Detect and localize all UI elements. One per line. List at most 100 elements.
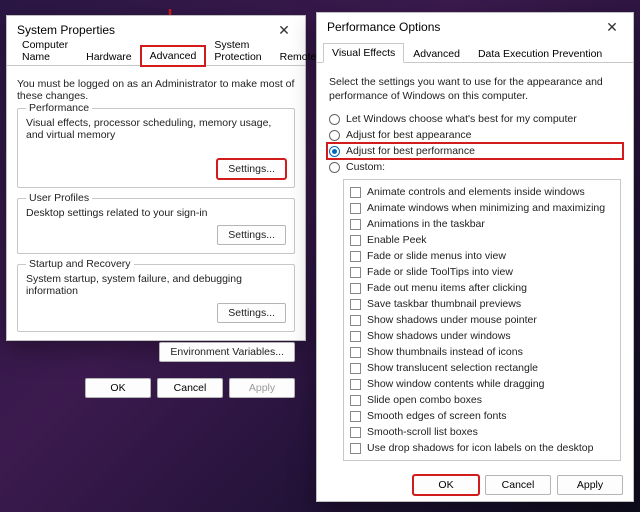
checkbox-icon: [350, 219, 361, 230]
radio-label: Adjust for best appearance: [346, 129, 472, 141]
checkbox-icon: [350, 395, 361, 406]
radio-label: Adjust for best performance: [346, 145, 475, 157]
system-properties-window: System Properties ✕ Computer NameHardwar…: [6, 15, 306, 341]
po-cancel-button[interactable]: Cancel: [485, 475, 551, 495]
check-label: Enable Peek: [367, 234, 427, 246]
sp-tabstrip: Computer NameHardwareAdvancedSystem Prot…: [7, 44, 305, 66]
tab-data-execution-prevention[interactable]: Data Execution Prevention: [469, 44, 611, 63]
checkbox-icon: [350, 187, 361, 198]
checkbox-icon: [350, 251, 361, 262]
radio-icon: [329, 130, 340, 141]
radio-icon: [329, 114, 340, 125]
checkbox-icon: [350, 443, 361, 454]
check-show-window-contents-while-dragging[interactable]: Show window contents while dragging: [348, 376, 616, 392]
check-fade-out-menu-items-after-clicking[interactable]: Fade out menu items after clicking: [348, 280, 616, 296]
startup-desc: System startup, system failure, and debu…: [26, 273, 286, 297]
check-label: Smooth edges of screen fonts: [367, 410, 507, 422]
checkbox-icon: [350, 347, 361, 358]
tab-advanced[interactable]: Advanced: [404, 44, 469, 63]
check-smooth-edges-of-screen-fonts[interactable]: Smooth edges of screen fonts: [348, 408, 616, 424]
check-show-thumbnails-instead-of-icons[interactable]: Show thumbnails instead of icons: [348, 344, 616, 360]
close-icon[interactable]: ✕: [597, 16, 627, 38]
radio-adjust-for-best-appearance[interactable]: Adjust for best appearance: [327, 127, 623, 143]
check-enable-peek[interactable]: Enable Peek: [348, 232, 616, 248]
check-label: Show translucent selection rectangle: [367, 362, 538, 374]
tab-system-protection[interactable]: System Protection: [205, 35, 270, 66]
check-label: Animations in the taskbar: [367, 218, 485, 230]
check-fade-or-slide-menus-into-view[interactable]: Fade or slide menus into view: [348, 248, 616, 264]
check-use-drop-shadows-for-icon-labels-on-the-desktop[interactable]: Use drop shadows for icon labels on the …: [348, 440, 616, 456]
check-label: Animate controls and elements inside win…: [367, 186, 585, 198]
visual-effects-checklist[interactable]: Animate controls and elements inside win…: [343, 179, 621, 461]
close-icon[interactable]: ✕: [269, 19, 299, 41]
check-animate-controls-and-elements-inside-windows[interactable]: Animate controls and elements inside win…: [348, 184, 616, 200]
startup-recovery-group: Startup and Recovery System startup, sys…: [17, 264, 295, 332]
checkbox-icon: [350, 299, 361, 310]
po-title: Performance Options: [327, 20, 597, 34]
po-ok-button[interactable]: OK: [413, 475, 479, 495]
radio-let-windows-choose-what-s-best-for-my-computer[interactable]: Let Windows choose what's best for my co…: [327, 111, 623, 127]
admin-warning: You must be logged on as an Administrato…: [17, 78, 295, 102]
tab-advanced[interactable]: Advanced: [141, 46, 206, 66]
check-label: Slide open combo boxes: [367, 394, 482, 406]
checkbox-icon: [350, 379, 361, 390]
po-apply-button[interactable]: Apply: [557, 475, 623, 495]
checkbox-icon: [350, 283, 361, 294]
check-animate-windows-when-minimizing-and-maximizing[interactable]: Animate windows when minimizing and maxi…: [348, 200, 616, 216]
checkbox-icon: [350, 363, 361, 374]
checkbox-icon: [350, 315, 361, 326]
check-label: Fade or slide ToolTips into view: [367, 266, 513, 278]
startup-settings-button[interactable]: Settings...: [217, 303, 286, 323]
radio-icon: [329, 162, 340, 173]
check-animations-in-the-taskbar[interactable]: Animations in the taskbar: [348, 216, 616, 232]
check-label: Smooth-scroll list boxes: [367, 426, 478, 438]
check-label: Animate windows when minimizing and maxi…: [367, 202, 605, 214]
check-show-shadows-under-windows[interactable]: Show shadows under windows: [348, 328, 616, 344]
profiles-settings-button[interactable]: Settings...: [217, 225, 286, 245]
env-vars-button[interactable]: Environment Variables...: [159, 342, 295, 362]
radio-icon: [329, 146, 340, 157]
sp-cancel-button[interactable]: Cancel: [157, 378, 223, 398]
po-intro: Select the settings you want to use for …: [329, 75, 621, 103]
po-tabstrip: Visual EffectsAdvancedData Execution Pre…: [317, 41, 633, 63]
performance-desc: Visual effects, processor scheduling, me…: [26, 117, 286, 141]
po-titlebar: Performance Options ✕: [317, 13, 633, 41]
check-label: Use drop shadows for icon labels on the …: [367, 442, 593, 454]
checkbox-icon: [350, 203, 361, 214]
tab-visual-effects[interactable]: Visual Effects: [323, 43, 404, 63]
check-save-taskbar-thumbnail-previews[interactable]: Save taskbar thumbnail previews: [348, 296, 616, 312]
radio-custom[interactable]: Custom:: [327, 159, 623, 175]
check-label: Show shadows under mouse pointer: [367, 314, 537, 326]
check-label: Fade out menu items after clicking: [367, 282, 527, 294]
startup-legend: Startup and Recovery: [26, 258, 134, 270]
sp-apply-button[interactable]: Apply: [229, 378, 295, 398]
checkbox-icon: [350, 427, 361, 438]
checkbox-icon: [350, 235, 361, 246]
sp-ok-button[interactable]: OK: [85, 378, 151, 398]
perf-settings-button[interactable]: Settings...: [217, 159, 286, 179]
user-profiles-group: User Profiles Desktop settings related t…: [17, 198, 295, 254]
checkbox-icon: [350, 411, 361, 422]
check-label: Fade or slide menus into view: [367, 250, 506, 262]
check-show-translucent-selection-rectangle[interactable]: Show translucent selection rectangle: [348, 360, 616, 376]
tab-hardware[interactable]: Hardware: [77, 47, 141, 66]
profiles-legend: User Profiles: [26, 192, 92, 204]
checkbox-icon: [350, 267, 361, 278]
check-label: Show shadows under windows: [367, 330, 511, 342]
check-slide-open-combo-boxes[interactable]: Slide open combo boxes: [348, 392, 616, 408]
performance-legend: Performance: [26, 102, 92, 114]
radio-label: Custom:: [346, 161, 385, 173]
check-label: Show thumbnails instead of icons: [367, 346, 523, 358]
profiles-desc: Desktop settings related to your sign-in: [26, 207, 286, 219]
check-fade-or-slide-tooltips-into-view[interactable]: Fade or slide ToolTips into view: [348, 264, 616, 280]
radio-label: Let Windows choose what's best for my co…: [346, 113, 577, 125]
performance-group: Performance Visual effects, processor sc…: [17, 108, 295, 188]
radio-adjust-for-best-performance[interactable]: Adjust for best performance: [327, 143, 623, 159]
check-show-shadows-under-mouse-pointer[interactable]: Show shadows under mouse pointer: [348, 312, 616, 328]
checkbox-icon: [350, 331, 361, 342]
performance-options-window: Performance Options ✕ Visual EffectsAdva…: [316, 12, 634, 502]
check-smooth-scroll-list-boxes[interactable]: Smooth-scroll list boxes: [348, 424, 616, 440]
check-label: Show window contents while dragging: [367, 378, 544, 390]
tab-computer-name[interactable]: Computer Name: [13, 35, 77, 66]
check-label: Save taskbar thumbnail previews: [367, 298, 521, 310]
